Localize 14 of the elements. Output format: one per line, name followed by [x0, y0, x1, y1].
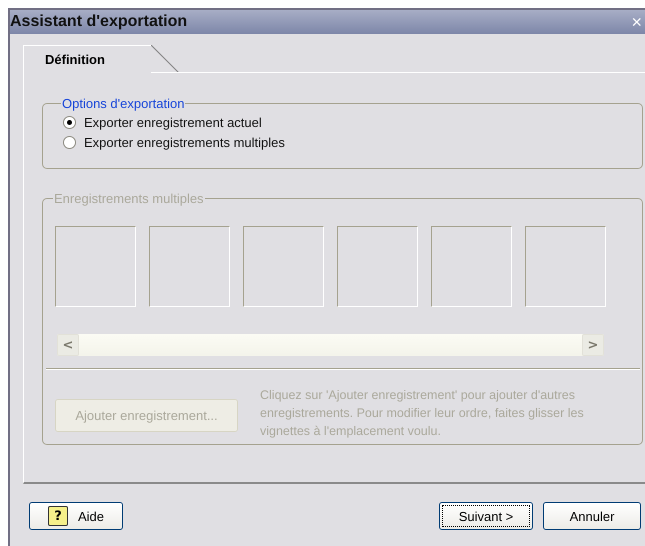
instruction-text: Cliquez sur 'Ajouter enregistrement' pour ajouter d'autres enregistrements. Pour modifier leur ordre, faites glisser les vignettes à l'emplacement voulu. [260, 387, 585, 440]
cancel-button[interactable]: Annuler [543, 502, 641, 530]
radio-label[interactable]: Exporter enregistrement actuel [84, 115, 262, 130]
window-title: Assistant d'exportation [10, 13, 188, 31]
help-button[interactable]: ? Aide [29, 502, 123, 530]
next-button[interactable]: Suivant > [439, 502, 533, 530]
tab-edge-line [151, 45, 181, 73]
radio-button[interactable] [63, 136, 76, 149]
radio-button[interactable] [63, 116, 76, 129]
radio-label[interactable]: Exporter enregistrements multiples [84, 135, 285, 150]
group-title: Enregistrements multiples [53, 191, 205, 206]
group-title: Options d'exportation [61, 96, 186, 111]
help-icon: ? [48, 506, 68, 526]
tab[interactable]: Définition [23, 45, 151, 73]
